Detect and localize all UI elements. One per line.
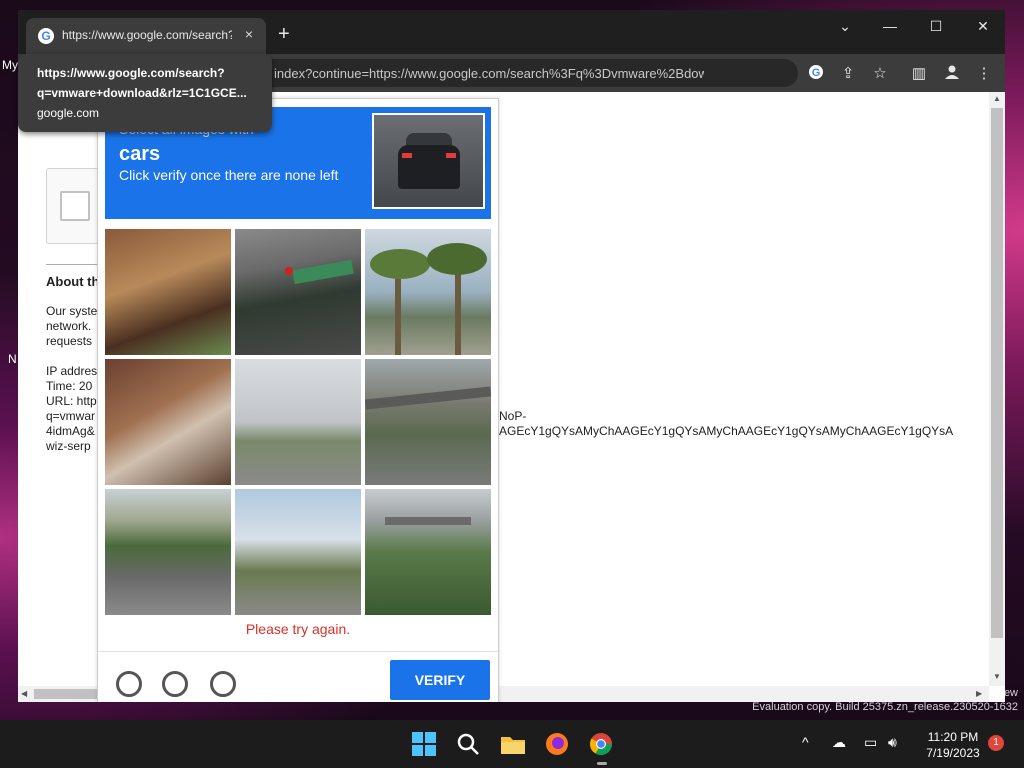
cloud-icon[interactable]: ☁: [832, 734, 846, 751]
recaptcha-challenge: Select all images with cars Click verify…: [97, 98, 499, 702]
footer-divider: [98, 651, 498, 652]
notification-badge[interactable]: 1: [988, 735, 1004, 751]
meta-line: IP addres: [46, 364, 98, 378]
tooltip-url: https://www.google.com/search?: [37, 66, 225, 80]
tab-search-icon[interactable]: ⌄: [830, 18, 860, 35]
reload-icon[interactable]: [116, 671, 142, 697]
highway-tile[interactable]: [105, 489, 231, 615]
bridge-tile[interactable]: [365, 359, 491, 485]
url-fragment-line: AGEcY1gQYsAMyChAAGEcY1gQYsAMyChAAGEcY1gQ…: [499, 424, 954, 438]
instruction-subtext: Click verify once there are none left: [119, 167, 339, 183]
share-icon[interactable]: ⇪: [838, 64, 858, 82]
meta-line: wiz-serp: [46, 439, 91, 453]
desktop-icon-label[interactable]: My: [2, 58, 18, 72]
chrome-icon[interactable]: [585, 728, 617, 765]
para-line: network.: [46, 319, 92, 333]
clock-time: 11:20 PM: [927, 730, 979, 744]
search-icon[interactable]: [452, 728, 484, 760]
chevron-up-icon[interactable]: ^: [802, 734, 809, 750]
palm-trees-tile[interactable]: [365, 229, 491, 355]
audio-icon[interactable]: [162, 671, 188, 697]
firefox-icon[interactable]: [541, 728, 573, 760]
info-icon[interactable]: [210, 671, 236, 697]
traffic-tile[interactable]: [235, 489, 361, 615]
url-fragment-line: NoP-: [499, 409, 527, 423]
clock[interactable]: 11:20 PM 7/19/2023: [918, 729, 988, 761]
recaptcha-checkbox[interactable]: [60, 191, 90, 221]
meta-line: 4idmAg&: [46, 424, 95, 438]
sample-image-car: [372, 113, 485, 209]
target-object: cars: [119, 143, 161, 165]
profile-icon[interactable]: [942, 64, 962, 84]
clock-date: 7/19/2023: [926, 746, 980, 760]
watermark-edition: ew: [1003, 687, 1018, 699]
watermark-build: Evaluation copy. Build 25375.zn_release.…: [752, 701, 1018, 713]
network-icon[interactable]: ▭: [864, 734, 877, 751]
file-explorer-icon[interactable]: [497, 728, 529, 760]
house-stairs-tile[interactable]: [105, 229, 231, 355]
volume-icon[interactable]: 🔊︎: [888, 734, 897, 751]
tooltip-domain: google.com: [37, 106, 100, 120]
side-panel-icon[interactable]: ▥: [909, 64, 929, 82]
tooltip-url-query: q=vmware+download&rlz=1C1GCE...: [37, 86, 247, 100]
tab-title: https://www.google.com/search?: [62, 28, 232, 42]
taskbar: ^ ☁ ▭ 🔊︎ 11:20 PM 7/19/2023 1: [0, 720, 1024, 768]
tab-hover-tooltip: https://www.google.com/search? q=vmware+…: [18, 54, 272, 132]
svg-text:G: G: [812, 67, 821, 79]
tab-strip: G https://www.google.com/search? × + ⌄ —…: [18, 10, 1005, 54]
about-heading: About th: [46, 274, 100, 289]
maximize-button[interactable]: ☐: [921, 18, 951, 35]
porch-stairs-tile[interactable]: [105, 359, 231, 485]
meta-line: URL: http: [46, 394, 97, 408]
google-favicon-icon: G: [38, 28, 54, 44]
menu-icon[interactable]: ⋮: [974, 64, 994, 82]
scroll-thumb[interactable]: [991, 108, 1003, 638]
desktop-icon-label[interactable]: N: [8, 352, 17, 366]
meta-line: Time: 20: [46, 379, 93, 393]
tab-google-search[interactable]: G https://www.google.com/search? ×: [26, 18, 266, 54]
error-message: Please try again.: [245, 621, 351, 637]
new-tab-button[interactable]: +: [278, 24, 290, 44]
close-window-button[interactable]: ✕: [968, 18, 998, 35]
para-line: requests: [46, 334, 93, 348]
minimize-button[interactable]: —: [875, 18, 905, 34]
google-icon[interactable]: G: [806, 64, 826, 84]
overpass-tile[interactable]: [365, 489, 491, 615]
address-url: index?continue=https://www.google.com/se…: [274, 66, 704, 81]
star-icon[interactable]: ☆: [870, 64, 890, 82]
tab-close-icon[interactable]: ×: [240, 26, 258, 42]
intersection-tile[interactable]: [235, 359, 361, 485]
vertical-scrollbar[interactable]: ▲ ▼: [989, 92, 1005, 686]
street-sign-tile[interactable]: [235, 229, 361, 355]
start-icon[interactable]: [408, 728, 440, 760]
meta-line: q=vmwar: [46, 409, 96, 423]
para-line: Our syste: [46, 304, 98, 318]
verify-button[interactable]: VERIFY: [390, 660, 490, 700]
image-grid: [105, 229, 491, 615]
